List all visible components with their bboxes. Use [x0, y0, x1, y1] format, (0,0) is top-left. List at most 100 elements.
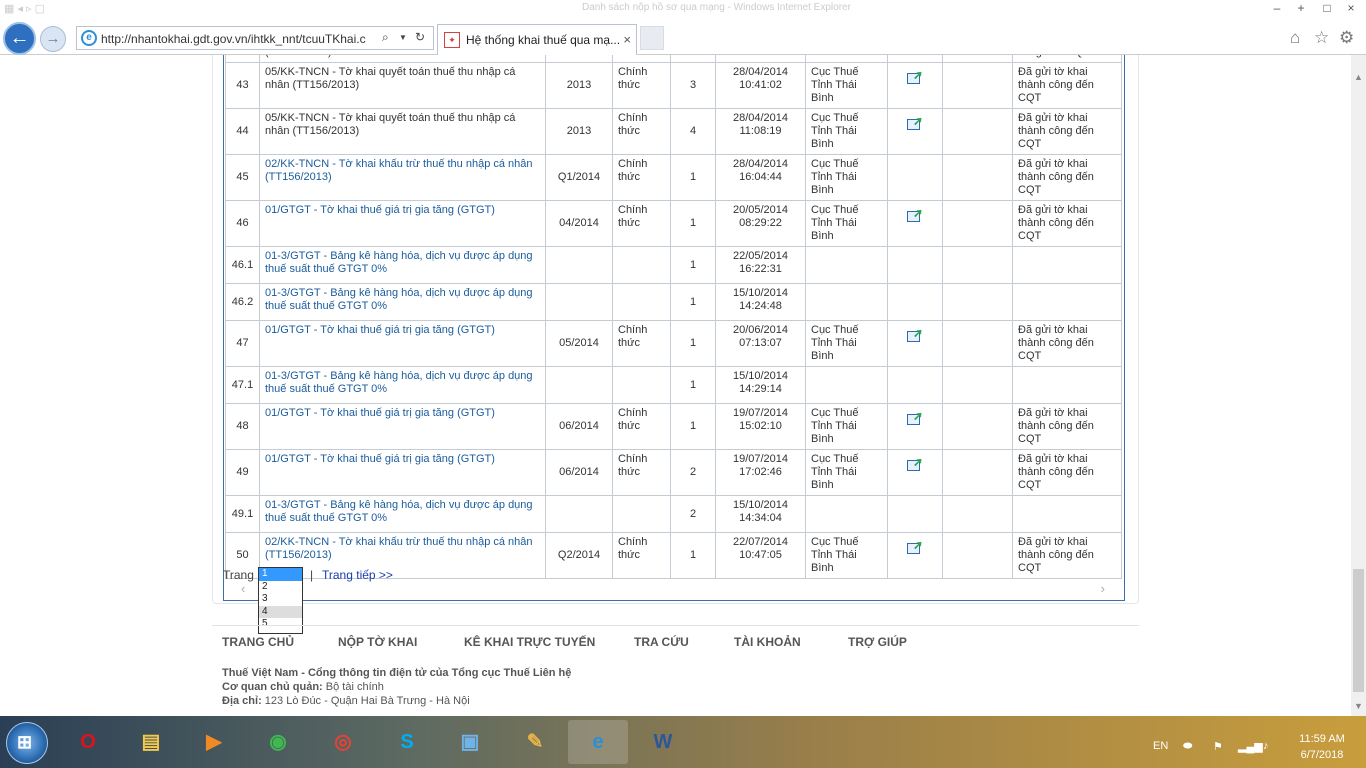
footer-nav-help[interactable]: TRỢ GIÚP	[848, 635, 907, 649]
row-status: Đã gửi tờ khai thành công đến CQT	[1012, 320, 1122, 367]
row-period	[545, 366, 613, 404]
upload-document-icon[interactable]: ➚	[907, 207, 923, 223]
close-window-button[interactable]: ×	[1340, 0, 1362, 18]
page-option[interactable]: 1	[259, 568, 302, 581]
row-time: 15:05:59	[715, 55, 806, 63]
tab-active[interactable]: ✦ Hệ thống khai thuế qua mạ... ×	[437, 24, 637, 55]
dropdown-icon[interactable]: ▼	[399, 33, 407, 42]
minimize-button[interactable]: –	[1266, 0, 1288, 18]
form-link[interactable]: 01/GTGT - Tờ khai thuế giá trị gia tăng …	[265, 453, 495, 465]
vertical-scrollbar[interactable]: ▲ ▼	[1351, 55, 1366, 716]
row-count: 1	[670, 403, 716, 450]
row-blank	[942, 495, 1013, 533]
footer-agency-label: Cơ quan chủ quản:	[222, 681, 323, 693]
media-player-icon[interactable]: ▶	[184, 720, 244, 764]
row-type: Chính thức	[612, 108, 671, 155]
footer-nav-lookup[interactable]: TRA CỨU	[634, 635, 689, 649]
refresh-icon[interactable]: ↻	[415, 30, 425, 44]
paint-icon[interactable]: ✎	[505, 720, 565, 764]
results-table: 42(TT156/2013)2013thức15:05:59Thái Bìnhc…	[225, 55, 1122, 596]
form-link[interactable]: 02/KK-TNCN - Tờ khai khấu trừ thuế thu n…	[265, 536, 533, 561]
form-link[interactable]: 01-3/GTGT - Bảng kê hàng hóa, dịch vụ đư…	[265, 287, 533, 312]
row-agency: Cục Thuế Tỉnh Thái Bình	[805, 154, 888, 201]
footer-nav-account[interactable]: TÀI KHOẢN	[734, 635, 801, 649]
form-link[interactable]: 01-3/GTGT - Bảng kê hàng hóa, dịch vụ đư…	[265, 370, 533, 395]
favorites-star-icon[interactable]: ☆	[1314, 28, 1329, 48]
home-icon[interactable]: ⌂	[1290, 28, 1300, 48]
footer-nav-online-declare[interactable]: KÊ KHAI TRỰC TUYẾN	[464, 635, 595, 649]
opera-icon[interactable]: O	[58, 720, 118, 764]
page-option[interactable]: 4	[259, 605, 302, 618]
row-count: 1	[670, 283, 716, 321]
row-icon-cell: ➚	[887, 403, 943, 450]
search-icon[interactable]: ⌕	[382, 30, 389, 45]
table-row: 49 01/GTGT - Tờ khai thuế giá trị gia tăn…	[225, 449, 1122, 496]
scroll-thumb[interactable]	[1353, 569, 1364, 692]
row-time: 14:24:48	[739, 300, 782, 312]
back-button[interactable]: ←	[3, 22, 36, 55]
page-select-dropdown[interactable]: 12345	[258, 567, 303, 634]
row-form-cell: 05/KK-TNCN - Tờ khai quyết toán thuế thu…	[259, 108, 546, 155]
row-time: 17:02:46	[739, 466, 782, 478]
row-datetime: 28/04/2014 10:41:02	[715, 62, 806, 109]
address-bar[interactable]: e http://nhantokhai.gdt.gov.vn/ihtkk_nnt…	[76, 26, 434, 50]
maximize-button[interactable]: +	[1290, 0, 1312, 18]
form-link[interactable]: 01/GTGT - Tờ khai thuế giá trị gia tăng …	[265, 324, 495, 336]
row-period: 2013	[545, 55, 613, 63]
flag-icon[interactable]: ⚑	[1213, 740, 1223, 753]
row-count: 4	[670, 108, 716, 155]
clock-time[interactable]: 11:59 AM	[1293, 733, 1351, 745]
upload-document-icon[interactable]: ➚	[907, 456, 923, 472]
row-datetime: 19/07/2014 17:02:46	[715, 449, 806, 496]
footer-nav-home[interactable]: TRANG CHỦ	[222, 635, 294, 649]
form-link[interactable]: 01/GTGT - Tờ khai thuế giá trị gia tăng …	[265, 407, 495, 419]
row-status: Đã gửi tờ khai thành công đến CQT	[1012, 108, 1122, 155]
forward-button[interactable]: →	[40, 26, 66, 52]
ie-logo-icon: e	[81, 30, 97, 46]
new-tab-button[interactable]	[640, 26, 664, 50]
row-count: 1	[670, 320, 716, 367]
footer-site-line: Thuế Việt Nam - Cổng thông tin điện tử c…	[222, 667, 572, 679]
scroll-right-icon[interactable]: ›	[1101, 581, 1105, 596]
form-link[interactable]: 01/GTGT - Tờ khai thuế giá trị gia tăng …	[265, 204, 495, 216]
internet-explorer-icon[interactable]: e	[568, 720, 628, 764]
row-index: 45	[225, 154, 260, 201]
form-link[interactable]: 01-3/GTGT - Bảng kê hàng hóa, dịch vụ đư…	[265, 250, 533, 275]
volume-icon[interactable]: ♪	[1263, 740, 1269, 752]
upload-document-icon[interactable]: ➚	[907, 539, 923, 555]
page-option[interactable]: 3	[259, 593, 302, 606]
upload-document-icon[interactable]: ➚	[907, 327, 923, 343]
scroll-left-icon[interactable]: ‹	[241, 581, 245, 596]
coccoc-icon[interactable]: ◉	[248, 720, 308, 764]
form-link[interactable]: 02/KK-TNCN - Tờ khai khấu trừ thuế thu n…	[265, 158, 533, 183]
scroll-up-icon[interactable]: ▲	[1354, 72, 1363, 82]
restore-button[interactable]: □	[1316, 0, 1338, 18]
upload-document-icon[interactable]: ➚	[907, 410, 923, 426]
page-option[interactable]: 2	[259, 581, 302, 594]
row-date: 20/05/2014	[732, 204, 789, 216]
scroll-down-icon[interactable]: ▼	[1354, 701, 1363, 711]
toggle-icon[interactable]: ⬬	[1183, 740, 1192, 753]
remote-desktop-icon[interactable]: ▣	[440, 720, 500, 764]
form-link[interactable]: 01-3/GTGT - Bảng kê hàng hóa, dịch vụ đư…	[265, 499, 533, 524]
row-period: 06/2014	[545, 449, 613, 496]
next-page-link[interactable]: Trang tiếp >>	[322, 568, 393, 582]
chrome-icon[interactable]: ◎	[313, 720, 373, 764]
clock-date[interactable]: 6/7/2018	[1293, 749, 1351, 761]
row-date: 28/04/2014	[732, 66, 789, 78]
word-icon[interactable]: W	[633, 720, 693, 764]
upload-document-icon[interactable]: ➚	[907, 115, 923, 131]
tab-close-icon[interactable]: ×	[623, 32, 631, 47]
language-indicator[interactable]: EN	[1153, 740, 1168, 752]
file-explorer-icon[interactable]: ▤	[121, 720, 181, 764]
upload-document-icon[interactable]: ➚	[907, 69, 923, 85]
skype-icon[interactable]: S	[377, 720, 437, 764]
row-datetime: 22/05/2014 16:22:31	[715, 246, 806, 284]
signal-icon[interactable]: ▂▄▆	[1238, 740, 1263, 753]
address-url[interactable]: http://nhantokhai.gdt.gov.vn/ihtkk_nnt/t…	[101, 32, 366, 46]
settings-gear-icon[interactable]: ⚙	[1339, 28, 1354, 48]
footer-nav-submit[interactable]: NỘP TỜ KHAI	[338, 635, 417, 649]
row-form-cell: 01/GTGT - Tờ khai thuế giá trị gia tăng …	[259, 320, 546, 367]
start-button[interactable]: ⊞	[6, 722, 48, 764]
row-count: 1	[670, 246, 716, 284]
